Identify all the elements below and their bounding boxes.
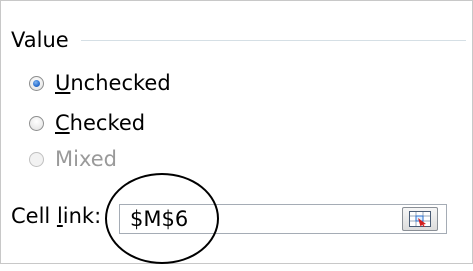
format-control-panel: Value Unchecked Checked Mixed Cell l ink:… [0, 0, 473, 264]
radio-unchecked[interactable]: Unchecked [29, 70, 171, 96]
collapse-dialog-icon [409, 211, 431, 227]
label-rest: nchecked [70, 71, 171, 95]
group-divider [80, 39, 466, 41]
radio-mixed: Mixed [29, 146, 117, 172]
radio-checked-label: Checked [55, 111, 145, 135]
collapse-dialog-button[interactable] [402, 207, 438, 231]
annotation-circle [105, 173, 219, 264]
value-group-title: Value [11, 28, 69, 52]
radio-button-disabled-icon [29, 151, 44, 167]
cell-link-label: Cell l ink: [11, 204, 101, 228]
cell-link-label-post: ink: [62, 204, 102, 228]
label-rest: hecked [69, 111, 146, 135]
access-key-u: U [55, 71, 71, 95]
access-key-c: C [55, 111, 70, 135]
radio-button-selected-icon[interactable] [29, 75, 44, 91]
value-group-header: Value [11, 28, 466, 52]
radio-checked[interactable]: Checked [29, 110, 145, 136]
radio-button-icon[interactable] [29, 115, 44, 131]
radio-mixed-label: Mixed [55, 147, 117, 171]
cell-link-label-pre: Cell [11, 204, 57, 228]
radio-unchecked-label: Unchecked [55, 71, 171, 95]
